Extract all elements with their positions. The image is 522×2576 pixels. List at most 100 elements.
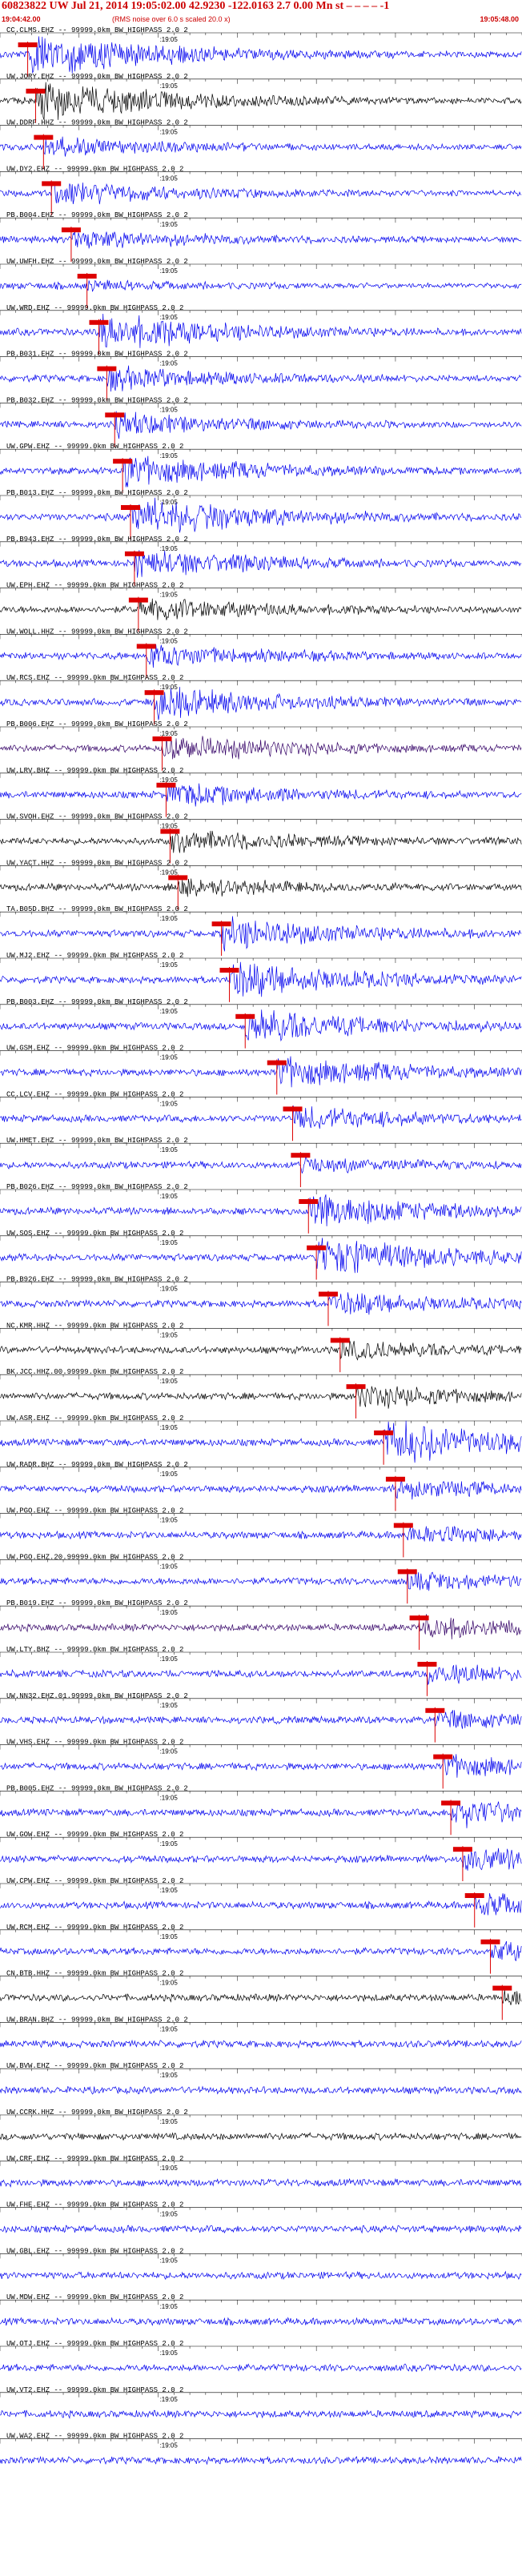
- pick-marker: [452, 1847, 472, 1852]
- trace-label: UW.ASR.EHZ -- 99999.0km BW_HIGHPASS 2.0 …: [6, 1414, 183, 1422]
- minute-tick-label: :19:05: [160, 776, 179, 784]
- trace-row: PB.B032.EHZ -- 99999.0km BW_HIGHPASS 2.0…: [0, 396, 522, 447]
- minute-tick-label: :19:05: [160, 1563, 179, 1570]
- trace-label: UW.CCRK.HHZ -- 99999.0km BW_HIGHPASS 2.0…: [6, 2109, 188, 2117]
- trace-row: CC.CLMS.EHZ -- 99999.0km BW_HIGHPASS 2.0…: [0, 26, 522, 77]
- trace-label: UW.RADR.BHZ -- 99999.0km BW_HIGHPASS 2.0…: [6, 1461, 188, 1469]
- pick-marker: [283, 1106, 303, 1112]
- pick-marker: [26, 88, 46, 94]
- pick-marker: [235, 1013, 255, 1019]
- minute-tick-label: :19:05: [160, 1146, 179, 1154]
- waveform-line: [0, 2455, 522, 2466]
- minute-tick-label: :19:05: [160, 2349, 179, 2357]
- minute-tick-label: :19:05: [160, 314, 179, 321]
- minute-tick-label: :19:05: [160, 961, 179, 969]
- minute-tick-label: :19:05: [160, 915, 179, 922]
- waveform-line: [0, 1292, 522, 1315]
- pick-marker: [385, 1476, 405, 1482]
- trace-row: UW.UWFH.EHZ -- 99999.0km BW_HIGHPASS 2.0…: [0, 258, 522, 308]
- pick-marker: [156, 782, 176, 788]
- minute-tick-label: :19:05: [160, 2257, 179, 2264]
- minute-tick-label: :19:05: [160, 2396, 179, 2403]
- trace-label: UW.CRF.EHZ -- 99999.0km BW_HIGHPASS 2.0 …: [6, 2155, 183, 2163]
- trace-label: PB.B005.EHZ -- 99999.0km BW_HIGHPASS 2.0…: [6, 1784, 188, 1792]
- pick-marker: [128, 597, 148, 603]
- pick-marker: [113, 459, 133, 464]
- waveform-line: [0, 1614, 522, 1639]
- waveform-line: [0, 1338, 522, 1361]
- trace-row: BK.JCC.HHZ.00.99999.0km BW_HIGHPASS 2.0 …: [0, 1368, 522, 1418]
- waveform-line: [0, 36, 522, 74]
- trace-row: UW.YACT.HHZ -- 99999.0km BW_HIGHPASS 2.0…: [0, 859, 522, 910]
- waveform-line: [0, 2317, 522, 2326]
- trace-row: UW.CPW.EHZ -- 99999.0km BW_HIGHPASS 2.0 …: [0, 1877, 522, 1928]
- trace-label: UW.WRD.EHZ -- 99999.0km BW_HIGHPASS 2.0 …: [6, 304, 183, 312]
- minute-tick-label: :19:05: [160, 360, 179, 367]
- waveform-line: [0, 2363, 522, 2373]
- pick-marker: [89, 319, 109, 325]
- waveform-line: [0, 2132, 522, 2141]
- trace-label: UW.HMET.EHZ -- 99999.0km BW_HIGHPASS 2.0…: [6, 1137, 188, 1145]
- trace-row: PB.B013.EHZ -- 99999.0km BW_HIGHPASS 2.0…: [0, 489, 522, 540]
- pick-marker: [299, 1199, 319, 1204]
- pick-marker: [318, 1291, 338, 1297]
- minute-tick-label: :19:05: [160, 1655, 179, 1663]
- trace-label: UW.GBL.EHZ -- 99999.0km BW_HIGHPASS 2.0 …: [6, 2247, 183, 2255]
- waveform-line: [0, 1940, 522, 1962]
- minute-tick-label: :19:05: [160, 82, 179, 90]
- minute-tick-label: :19:05: [160, 452, 179, 459]
- trace-row: PB.B031.EHZ -- 99999.0km BW_HIGHPASS 2.0…: [0, 351, 522, 401]
- trace-label: UW.EPH.EHZ -- 99999.0km BW_HIGHPASS 2.0 …: [6, 582, 183, 590]
- trace-label: NC.KMR.HHZ -- 99999.0km BW_HIGHPASS 2.0 …: [6, 1322, 183, 1330]
- waveform-line: [0, 231, 522, 249]
- waveform-line: [0, 2224, 522, 2234]
- waveform-line: [0, 783, 522, 807]
- pick-marker: [441, 1800, 461, 1806]
- pick-marker: [61, 227, 81, 233]
- minute-tick-label: :19:05: [160, 1331, 179, 1338]
- pick-marker: [291, 1153, 311, 1158]
- minute-tick-label: :19:05: [160, 869, 179, 876]
- pick-marker: [136, 644, 156, 649]
- trace-label: UW.MJ2.EHZ -- 99999.0km BW_HIGHPASS 2.0 …: [6, 952, 183, 960]
- trace-label: UW.FHE.EHZ -- 99999.0km BW_HIGHPASS 2.0 …: [6, 2201, 183, 2209]
- minute-tick-label: :19:05: [160, 2303, 179, 2310]
- trace-row: UW.LTY.BHZ -- 99999.0km BW_HIGHPASS 2.0 …: [0, 1646, 522, 1696]
- waveform-line: [0, 598, 522, 620]
- trace-row: UW.VT2.EHZ -- 99999.0km BW_HIGHPASS 2.0 …: [0, 2386, 522, 2420]
- trace-row: UW.GPW.EHZ -- 99999.0km BW_HIGHPASS 2.0 …: [0, 443, 522, 493]
- trace-label: UW.CPW.EHZ -- 99999.0km BW_HIGHPASS 2.0 …: [6, 1877, 183, 1885]
- waveform-line: [0, 2177, 522, 2188]
- waveform-line: [0, 455, 522, 488]
- trace-row: UW.BVW.EHZ -- 99999.0km BW_HIGHPASS 2.0 …: [0, 2062, 522, 2095]
- minute-tick-label: :19:05: [160, 1424, 179, 1431]
- trace-row: UW.DY2.EHZ -- 99999.0km BW_HIGHPASS 2.0 …: [0, 165, 522, 216]
- trace-label: UW.BVW.EHZ -- 99999.0km BW_HIGHPASS 2.0 …: [6, 2062, 183, 2070]
- trace-label: UW.MDW.EHZ -- 99999.0km BW_HIGHPASS 2.0 …: [6, 2293, 183, 2301]
- pick-marker: [417, 1662, 437, 1667]
- trace-label: UW.PGO.EHZ -- 99999.0km BW_HIGHPASS 2.0 …: [6, 1507, 183, 1515]
- trace-row: CC.LCV.EHZ -- 99999.0km BW_HIGHPASS 2.0 …: [0, 1090, 522, 1142]
- trace-row: UW.DDRF.HHZ -- 99999.0km BW_HIGHPASS 2.0…: [0, 119, 522, 170]
- waveform-line: [0, 365, 522, 392]
- waveform-line: [0, 550, 522, 578]
- trace-row: UW.FHE.EHZ -- 99999.0km BW_HIGHPASS 2.0 …: [0, 2201, 522, 2234]
- waveform-line: [0, 1420, 522, 1463]
- trace-label: PB.B943.EHZ -- 99999.0km BW_HIGHPASS 2.0…: [6, 536, 188, 544]
- minute-tick-label: :19:05: [160, 2211, 179, 2218]
- trace-row: UW.CCRK.HHZ -- 99999.0km BW_HIGHPASS 2.0…: [0, 2109, 522, 2141]
- trace-row: PB.B004.EHZ -- 99999.0km BW_HIGHPASS 2.0…: [0, 211, 522, 262]
- trace-label: CC.CLMS.EHZ -- 99999.0km BW_HIGHPASS 2.0…: [6, 26, 188, 34]
- minute-tick-label: :19:05: [160, 592, 179, 599]
- minute-tick-label: :19:05: [160, 1933, 179, 1940]
- waveform-line: [0, 1105, 522, 1130]
- minute-tick-label: :19:05: [160, 499, 179, 506]
- trace-label: BK.JCC.HHZ.00.99999.0km BW_HIGHPASS 2.0 …: [6, 1368, 183, 1376]
- trace-row: UW.ASR.EHZ -- 99999.0km BW_HIGHPASS 2.0 …: [0, 1414, 522, 1465]
- trace-label: PB.B032.EHZ -- 99999.0km BW_HIGHPASS 2.0…: [6, 396, 188, 404]
- minute-tick-label: :19:05: [160, 1378, 179, 1385]
- trace-row: UW.BRAN.BHZ -- 99999.0km BW_HIGHPASS 2.0…: [0, 2016, 522, 2049]
- trace-row: CN.BTB.HHZ -- 99999.0km BW_HIGHPASS 2.0 …: [0, 1970, 522, 2020]
- trace-row: NC.KMR.HHZ -- 99999.0km BW_HIGHPASS 2.0 …: [0, 1322, 522, 1373]
- trace-row: UW.GOW.EHZ -- 99999.0km BW_HIGHPASS 2.0 …: [0, 1831, 522, 1881]
